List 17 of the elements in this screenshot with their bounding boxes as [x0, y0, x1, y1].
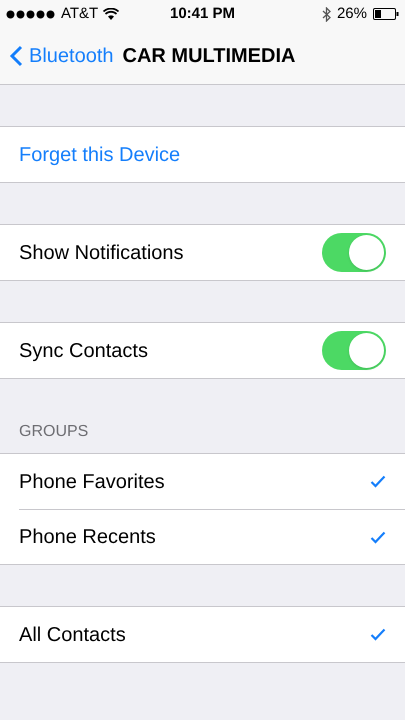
- battery-icon: [373, 8, 399, 20]
- group-row[interactable]: Phone Favorites: [19, 454, 405, 509]
- setting-label: Show Notifications: [19, 240, 184, 266]
- wifi-icon: [103, 8, 120, 20]
- section-header: GROUPS: [18, 422, 90, 442]
- bluetooth-icon: [322, 6, 331, 22]
- toggle-switch[interactable]: [322, 233, 386, 272]
- group-row[interactable]: Phone Recents: [19, 509, 405, 564]
- toggle-switch[interactable]: [322, 331, 386, 370]
- carrier-name: AT&T: [61, 4, 98, 24]
- back-button[interactable]: Bluetooth: [0, 41, 114, 71]
- back-chevron-icon: [10, 45, 23, 67]
- status-time: 10:41 PM: [170, 4, 236, 24]
- nav-title: CAR MULTIMEDIA: [122, 44, 296, 69]
- battery-percent: 26%: [336, 4, 367, 24]
- signal-icon: [6, 10, 56, 18]
- setting-label: Sync Contacts: [19, 338, 148, 364]
